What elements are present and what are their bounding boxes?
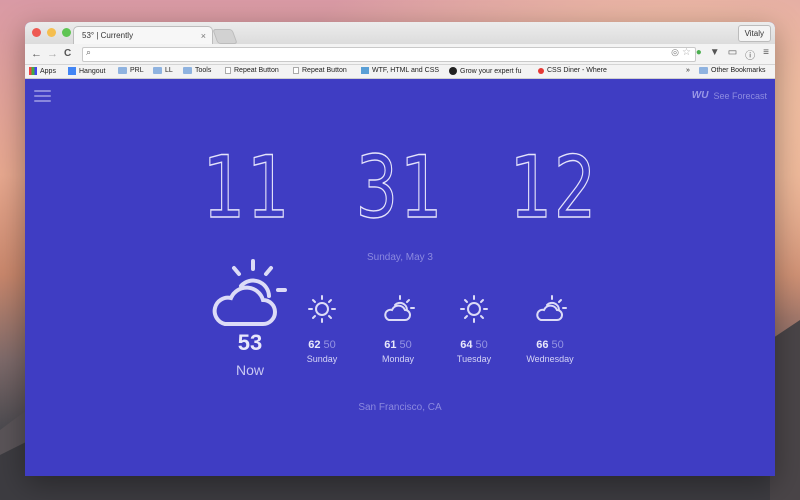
tab-close-icon[interactable]: × bbox=[201, 27, 206, 45]
tab-title: 53° | Currently bbox=[82, 31, 134, 40]
forecast-high: 66 bbox=[536, 339, 549, 351]
forecast-day-name: Sunday bbox=[306, 354, 338, 364]
bookmark-hangout[interactable]: Hangout bbox=[68, 67, 105, 75]
folder-icon bbox=[183, 67, 192, 74]
forecast-high: 64 bbox=[460, 339, 473, 351]
reload-icon[interactable]: C bbox=[64, 47, 71, 61]
green-extension-icon[interactable]: ● bbox=[696, 47, 702, 62]
partly-cloudy-icon bbox=[384, 295, 415, 321]
weather-app: WU See Forecast 11 31 12 Sunday, May 3 53 … bbox=[25, 78, 775, 476]
extension-target-icon[interactable]: ◎ bbox=[671, 47, 679, 58]
profile-button[interactable]: Vitaly bbox=[737, 25, 771, 42]
forecast-low: 50 bbox=[323, 339, 336, 351]
folder-icon bbox=[118, 67, 127, 74]
current-temperature: 53 bbox=[237, 330, 263, 355]
chrome-menu-icon[interactable]: ≡ bbox=[763, 47, 769, 62]
forecast-high: 62 bbox=[308, 339, 321, 351]
forecast-high: 61 bbox=[384, 339, 397, 351]
cast-icon[interactable]: ▭ bbox=[728, 47, 737, 62]
forecast-day-name: Tuesday bbox=[456, 354, 492, 364]
folder-icon bbox=[153, 67, 162, 74]
bookmark-other-bookmarks[interactable]: Other Bookmarks bbox=[699, 67, 765, 74]
forecast-day: 64 50 Tuesday bbox=[439, 294, 509, 364]
bookmark-star-icon[interactable]: ☆ bbox=[682, 47, 691, 58]
bookmark-folder-ll[interactable]: LL bbox=[153, 67, 173, 74]
bookmarks-overflow-chevron[interactable]: » bbox=[686, 67, 690, 74]
page-icon bbox=[225, 67, 231, 74]
page-icon bbox=[293, 67, 299, 74]
minimize-window-button[interactable] bbox=[47, 28, 56, 37]
apps-grid-icon bbox=[29, 67, 37, 75]
forecast-day: 66 50 Wednesday bbox=[515, 294, 585, 364]
bookmark-repeat-button-2[interactable]: Repeat Button bbox=[293, 67, 347, 74]
forward-arrow-icon[interactable]: → bbox=[47, 47, 58, 61]
sun-icon bbox=[308, 295, 336, 323]
new-tab-button[interactable] bbox=[212, 29, 238, 44]
info-icon[interactable]: ⓘ bbox=[745, 47, 755, 62]
forecast-low: 50 bbox=[399, 339, 412, 351]
bookmark-wtf-html-css[interactable]: WTF, HTML and CSS bbox=[361, 67, 439, 74]
bookmark-css-diner[interactable]: CSS Diner - Where bbox=[538, 67, 607, 74]
bookmark-apps[interactable]: Apps bbox=[29, 67, 56, 75]
tab-currently[interactable]: 53° | Currently × bbox=[73, 26, 213, 44]
forecast-low: 50 bbox=[551, 339, 564, 351]
hamburger-menu-icon[interactable] bbox=[34, 90, 51, 105]
partly-cloudy-icon bbox=[536, 295, 567, 321]
browser-window: 53° | Currently × Vitaly ← → C ⌕ ◎ ☆ ● ▼… bbox=[25, 22, 775, 476]
google-icon bbox=[68, 67, 76, 75]
clock-seconds: 12 bbox=[509, 137, 598, 238]
site-favicon bbox=[361, 67, 369, 74]
location-label: San Francisco, CA bbox=[358, 402, 442, 413]
bookmark-repeat-button-1[interactable]: Repeat Button bbox=[225, 67, 279, 74]
now-label: Now bbox=[235, 362, 264, 378]
forecast-low: 50 bbox=[475, 339, 488, 351]
partly-cloudy-icon bbox=[212, 259, 287, 326]
forecast-day-name: Monday bbox=[381, 354, 415, 364]
pocket-icon[interactable]: ▼ bbox=[710, 47, 720, 62]
folder-icon bbox=[699, 67, 708, 74]
zoom-window-button[interactable] bbox=[62, 28, 71, 37]
forecast-day-name: Wednesday bbox=[526, 354, 574, 364]
forecast-day: 62 50 Sunday bbox=[287, 294, 357, 364]
address-bar[interactable]: ⌕ ◎ ☆ bbox=[82, 47, 696, 62]
browser-toolbar: ← → C ⌕ ◎ ☆ ● ▼ ▭ ⓘ ≡ bbox=[25, 44, 775, 65]
bookmarks-bar: Apps Hangout PRL LL Tools Repeat Button … bbox=[25, 65, 775, 79]
bookmark-grow-expert[interactable]: Grow your expert fu bbox=[449, 67, 521, 75]
back-arrow-icon[interactable]: ← bbox=[31, 47, 42, 61]
search-icon: ⌕ bbox=[86, 47, 92, 57]
exclamation-favicon bbox=[449, 67, 457, 75]
close-window-button[interactable] bbox=[32, 28, 41, 37]
forecast-day: 61 50 Monday bbox=[363, 294, 433, 364]
clock-hours: 11 bbox=[202, 137, 291, 238]
clock-minutes: 31 bbox=[355, 137, 445, 238]
bookmark-folder-tools[interactable]: Tools bbox=[183, 67, 211, 74]
red-dot-favicon bbox=[538, 67, 544, 74]
bookmark-folder-prl[interactable]: PRL bbox=[118, 67, 144, 74]
see-forecast-link[interactable]: WU See Forecast bbox=[692, 90, 767, 101]
sun-icon bbox=[460, 295, 488, 323]
current-date: Sunday, May 3 bbox=[367, 252, 433, 263]
see-forecast-label: See Forecast bbox=[713, 90, 767, 101]
clock: 11 31 12 bbox=[25, 137, 775, 238]
title-bar: 53° | Currently × Vitaly bbox=[25, 22, 775, 44]
wu-logo: WU bbox=[691, 90, 709, 101]
